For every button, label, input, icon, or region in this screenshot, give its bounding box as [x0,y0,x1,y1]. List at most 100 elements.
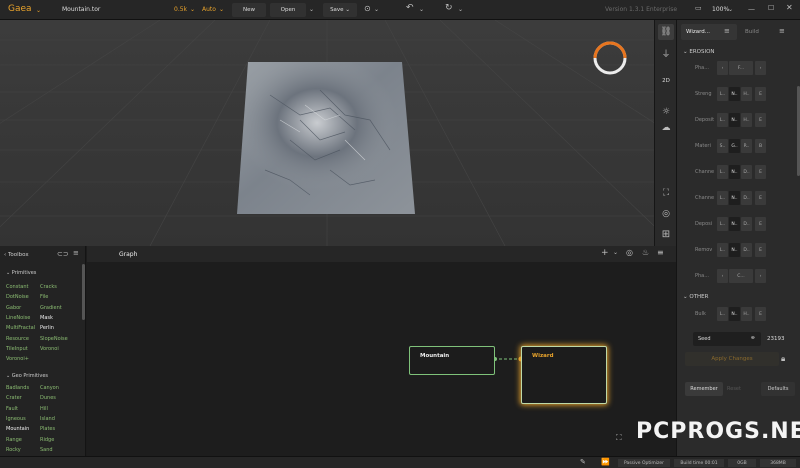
geo-header[interactable]: ⌄ Geo Primitives [6,373,48,379]
toolbox-item[interactable]: Resource [6,336,29,342]
build-mode-select[interactable]: Auto [202,6,216,13]
erosion-option[interactable]: G.. [729,139,740,153]
toolbox-menu-icon[interactable]: ≡ [73,249,79,257]
resolution-select[interactable]: 0.5k [174,6,187,13]
node-mountain[interactable]: Mountain [409,346,495,375]
erosion-option[interactable]: N.. [729,191,740,205]
toolbox-item[interactable]: DotNoise [6,294,29,300]
erosion-option[interactable]: L.. [717,113,728,127]
redo-icon[interactable]: ↻ [445,3,453,13]
tab-wizard[interactable]: Wizard... ≡ [681,24,737,40]
view-icon[interactable]: ▭ [695,4,702,12]
settings-icon[interactable]: ⊙ [364,4,371,13]
bulk-seg[interactable]: L.. [717,307,728,321]
erosion-option[interactable]: N.. [729,87,740,101]
toolbox-item[interactable]: Voronoi [40,346,59,352]
erosion-option[interactable]: E [755,87,766,101]
toolbox-item[interactable]: Gradient [40,305,62,311]
lock-icon[interactable]: 🔒︎ [781,354,785,364]
toolbox-item[interactable]: Ridge [40,437,54,443]
toolbox-item[interactable]: Crater [6,395,22,401]
new-button[interactable]: New [232,3,266,17]
toolbox-item[interactable]: Hill [40,406,48,412]
toolbox-item[interactable]: LineNoise [6,315,30,321]
add-node-icon[interactable]: + [601,248,609,258]
save-button[interactable]: Save ⌄ [323,3,357,17]
settings-chevron-icon[interactable]: ⌄ [374,6,379,13]
erosion-option[interactable]: H.. [741,113,752,127]
toolbox-item[interactable]: Badlands [6,385,29,391]
toolbox-item[interactable]: Fault [6,406,18,412]
erosion-option[interactable]: C... [729,269,753,283]
app-logo[interactable]: Gaea [8,4,32,14]
open-button[interactable]: Open [270,3,306,17]
forward-icon[interactable]: ⏩ [601,458,610,466]
toolbox-item[interactable]: MultiFractal [6,325,35,331]
prev-arrow-icon[interactable]: ‹ [717,269,728,283]
toolbox-item[interactable]: Sand [40,447,53,453]
erosion-option[interactable]: E [755,243,766,257]
link-icon[interactable]: ⛓ [658,24,674,40]
toolbox-item[interactable]: Island [40,416,55,422]
toolbox-item[interactable]: Igneous [6,416,26,422]
bulk-seg[interactable]: H.. [741,307,752,321]
cloud-icon[interactable]: ☁ [658,120,674,136]
prev-arrow-icon[interactable]: ‹ [717,61,728,75]
frame-icon[interactable]: ⛶ [658,185,674,201]
next-arrow-icon[interactable]: › [755,269,766,283]
toolbox-item[interactable]: File [40,294,48,300]
toolbox-item[interactable]: Dunes [40,395,56,401]
toolbox-item[interactable]: Range [6,437,22,443]
link-seed-icon[interactable]: ⚭ [750,334,756,342]
erosion-option[interactable]: E [755,113,766,127]
3d-viewport[interactable] [0,20,654,246]
node-wizard[interactable]: Wizard [521,346,607,404]
toolbox-item[interactable]: Voronoi+ [6,356,29,362]
fit-view-icon[interactable]: ⛶ [616,433,622,443]
sun-icon[interactable]: ☼ [658,104,674,120]
optimizer-badge[interactable]: Passive Optimizer [618,459,670,467]
mode-chevron-icon[interactable]: ⌄ [219,6,224,13]
undo-chevron-icon[interactable]: ⌄ [419,6,424,13]
erosion-option[interactable]: E [755,191,766,205]
zoom-select[interactable]: 100% [712,6,729,13]
toolbox-scrollbar[interactable] [82,264,85,320]
2d-toggle-icon[interactable]: 2D [658,73,674,89]
toolbox-item[interactable]: Canyon [40,385,59,391]
tab-build[interactable]: Build [745,29,759,35]
erosion-option[interactable]: S.. [717,139,728,153]
seed-value[interactable]: 23193 [767,336,785,342]
erosion-option[interactable]: N.. [729,165,740,179]
reset-button[interactable]: Reset [727,386,741,392]
build-menu-icon[interactable]: ≡ [779,27,785,35]
redo-chevron-icon[interactable]: ⌄ [458,6,463,13]
toolbox-item[interactable]: Perlin [40,325,54,331]
next-arrow-icon[interactable]: › [755,61,766,75]
resolution-chevron-icon[interactable]: ⌄ [190,6,195,13]
primitives-header[interactable]: ⌄ Primitives [6,270,36,276]
erosion-option[interactable]: E [755,217,766,231]
bulk-seg[interactable]: E [755,307,766,321]
erosion-option[interactable]: L.. [717,87,728,101]
menu-icon[interactable]: ≡ [724,27,730,35]
erosion-option[interactable]: E [755,165,766,179]
toolbox-item[interactable]: SlopeNoise [40,336,68,342]
other-header[interactable]: ⌄ OTHER [683,294,708,300]
toolbox-item[interactable]: Constant [6,284,28,290]
zoom-chevron-icon[interactable]: ⌄ [728,6,733,13]
graph-menu-icon[interactable]: ≡ [657,248,664,257]
toolbox-item[interactable]: Cracks [40,284,57,290]
grid-icon[interactable]: ⊞ [658,226,674,242]
erosion-option[interactable]: D.. [741,217,752,231]
defaults-button[interactable]: Defaults [761,382,795,396]
erosion-option[interactable]: D.. [741,191,752,205]
bulk-seg[interactable]: N.. [729,307,740,321]
erosion-option[interactable]: N.. [729,243,740,257]
toolbox-item[interactable]: Mountain [6,426,29,432]
erosion-option[interactable]: L.. [717,165,728,179]
erosion-option[interactable]: L.. [717,243,728,257]
toolbox-item[interactable]: Rocky [6,447,21,453]
toolbox-item[interactable]: Mask [40,315,53,321]
target-icon[interactable]: ◎ [626,248,633,257]
minimize-icon[interactable]: — [748,5,755,13]
